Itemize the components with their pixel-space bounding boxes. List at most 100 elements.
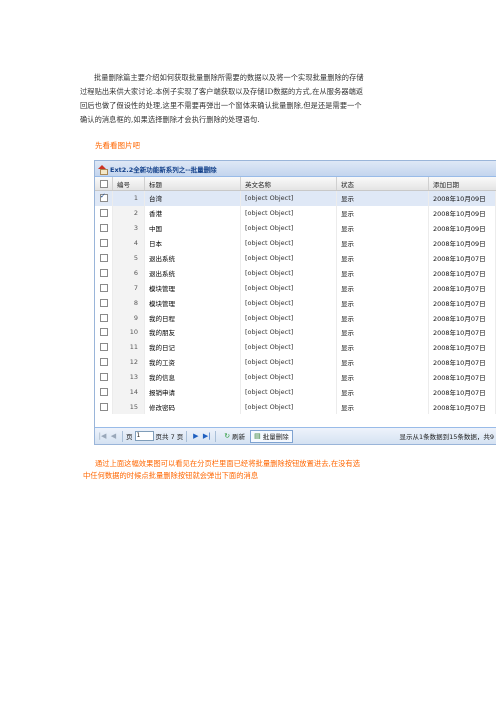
checkbox-icon xyxy=(99,239,108,248)
table-row[interactable]: 15 修改密码 [object Object] 显示 2008年10月07日 xyxy=(95,399,496,415)
checkbox-icon xyxy=(99,388,108,397)
grid-body: 1台湾[object Object]显示2008年10月09日2香港[objec… xyxy=(95,191,496,415)
checkbox-icon xyxy=(99,343,108,352)
cell-no: 14 xyxy=(113,384,145,400)
cell-no: 13 xyxy=(113,369,145,385)
separator xyxy=(122,430,123,442)
cell-english-name: [object Object] xyxy=(241,295,337,311)
next-page-icon[interactable]: ▶ xyxy=(191,432,200,441)
cell-title: 模块管理 xyxy=(145,295,241,311)
cell-date: 2008年10月07日 xyxy=(429,295,496,311)
intro-paragraph: 批量删除篇主要介绍如何获取批量删除所需要的数据以及将一个实现批量删除的存储 过程… xyxy=(80,71,416,127)
first-page-icon[interactable]: |◀ xyxy=(98,432,107,441)
cell-status: 显示 xyxy=(337,280,429,296)
cell-date: 2008年10月09日 xyxy=(429,191,496,206)
row-checkbox[interactable] xyxy=(95,354,113,370)
home-icon xyxy=(98,164,108,175)
table-row[interactable]: 14 报销申请 [object Object] 显示 2008年10月07日 xyxy=(95,384,496,400)
cell-title: 退出系统 xyxy=(145,265,241,281)
cell-title: 台湾 xyxy=(145,191,241,206)
cell-english-name: [object Object] xyxy=(241,265,337,281)
cell-english-name: [object Object] xyxy=(241,354,337,370)
cell-date: 2008年10月07日 xyxy=(429,354,496,370)
checkbox-icon xyxy=(99,298,108,307)
column-header-status[interactable]: 状态 xyxy=(337,177,429,190)
select-all-checkbox[interactable] xyxy=(95,177,113,190)
last-page-icon[interactable]: ▶| xyxy=(202,432,211,441)
table-row[interactable]: 8 模块管理 [object Object] 显示 2008年10月07日 xyxy=(95,295,496,311)
cell-status: 显示 xyxy=(337,325,429,340)
column-header-date[interactable]: 添加日期 xyxy=(429,177,496,190)
page-number-input[interactable]: 1 xyxy=(134,431,154,441)
cell-title: 模块管理 xyxy=(145,280,241,296)
checkbox-icon xyxy=(99,224,108,233)
checkbox-icon xyxy=(99,313,108,322)
table-row[interactable]: 7 模块管理 [object Object] 显示 2008年10月07日 xyxy=(95,280,496,296)
cell-english-name: [object Object] xyxy=(241,235,337,251)
table-row[interactable]: 12 我的工资 [object Object] 显示 2008年10月07日 xyxy=(95,354,496,370)
cell-no: 3 xyxy=(113,220,145,236)
row-checkbox[interactable] xyxy=(95,325,113,340)
cell-title: 我的信息 xyxy=(145,369,241,385)
cell-date: 2008年10月07日 xyxy=(429,250,496,266)
row-checkbox[interactable] xyxy=(95,280,113,296)
prev-page-icon[interactable]: ◀ xyxy=(109,432,118,441)
table-row[interactable]: 13 我的信息 [object Object] 显示 2008年10月07日 xyxy=(95,369,496,385)
cell-date: 2008年10月09日 xyxy=(429,235,496,251)
cell-no: 5 xyxy=(113,250,145,266)
intro-line: 回后也做了假设性的处理,这里不需要再弹出一个窗体来确认批量删除,但是还是需要一个 xyxy=(80,101,362,110)
cell-status: 显示 xyxy=(337,295,429,311)
batch-delete-button[interactable]: ▤ 批量删除 xyxy=(250,429,293,443)
page-count-label: 页共 7 页 xyxy=(155,433,184,441)
cell-title: 我的工资 xyxy=(145,354,241,370)
row-checkbox[interactable] xyxy=(95,205,113,221)
row-checkbox[interactable] xyxy=(95,295,113,311)
cell-date: 2008年10月07日 xyxy=(429,265,496,281)
cell-title: 我的朋友 xyxy=(145,325,241,340)
column-header-title[interactable]: 标题 xyxy=(145,177,241,190)
cell-no: 15 xyxy=(113,399,145,415)
table-row[interactable]: 4 日本 [object Object] 显示 2008年10月09日 xyxy=(95,235,496,251)
batch-delete-label: 批量删除 xyxy=(262,433,289,441)
row-checkbox[interactable] xyxy=(95,369,113,385)
grid-header: 编号 标题 英文名称 状态 添加日期 xyxy=(95,177,496,191)
cell-title: 中国 xyxy=(145,220,241,236)
intro-line: 确认的消息框的,如果选择删除才会执行删除的处理语句. xyxy=(80,115,260,124)
cell-no: 9 xyxy=(113,310,145,326)
table-row[interactable]: 11 我的日记 [object Object] 显示 2008年10月07日 xyxy=(95,339,496,355)
cell-title: 退出系统 xyxy=(145,250,241,266)
table-row[interactable]: 10 我的朋友 [object Object] 显示 2008年10月07日 xyxy=(95,325,496,340)
column-header-english-name[interactable]: 英文名称 xyxy=(241,177,337,190)
table-row[interactable]: 5 退出系统 [object Object] 显示 2008年10月07日 xyxy=(95,250,496,266)
row-checkbox[interactable] xyxy=(95,191,113,206)
cell-title: 日本 xyxy=(145,235,241,251)
cell-status: 显示 xyxy=(337,310,429,326)
cell-status: 显示 xyxy=(337,265,429,281)
cell-status: 显示 xyxy=(337,235,429,251)
cell-status: 显示 xyxy=(337,191,429,206)
cell-title: 报销申请 xyxy=(145,384,241,400)
table-row[interactable]: 9 我的日程 [object Object] 显示 2008年10月07日 xyxy=(95,310,496,326)
row-checkbox[interactable] xyxy=(95,310,113,326)
row-checkbox[interactable] xyxy=(95,220,113,236)
row-checkbox[interactable] xyxy=(95,235,113,251)
table-row[interactable]: 6 退出系统 [object Object] 显示 2008年10月07日 xyxy=(95,265,496,281)
cell-english-name: [object Object] xyxy=(241,325,337,340)
row-checkbox[interactable] xyxy=(95,250,113,266)
checkbox-icon xyxy=(99,283,108,292)
table-row[interactable]: 2 香港 [object Object] 显示 2008年10月09日 xyxy=(95,205,496,221)
cell-english-name: [object Object] xyxy=(241,369,337,385)
cell-english-name: [object Object] xyxy=(241,310,337,326)
row-checkbox[interactable] xyxy=(95,384,113,400)
table-row[interactable]: 3 中国 [object Object] 显示 2008年10月09日 xyxy=(95,220,496,236)
checkbox-icon xyxy=(99,268,108,277)
checkbox-icon xyxy=(99,209,108,218)
refresh-button[interactable]: ↻ 刷新 xyxy=(221,431,248,442)
cell-no: 10 xyxy=(113,325,145,340)
row-checkbox[interactable] xyxy=(95,265,113,281)
cell-english-name: [object Object] xyxy=(241,399,337,415)
column-header-no[interactable]: 编号 xyxy=(113,177,145,190)
table-row[interactable]: 1台湾[object Object]显示2008年10月09日 xyxy=(95,191,496,206)
row-checkbox[interactable] xyxy=(95,339,113,355)
row-checkbox[interactable] xyxy=(95,399,113,415)
